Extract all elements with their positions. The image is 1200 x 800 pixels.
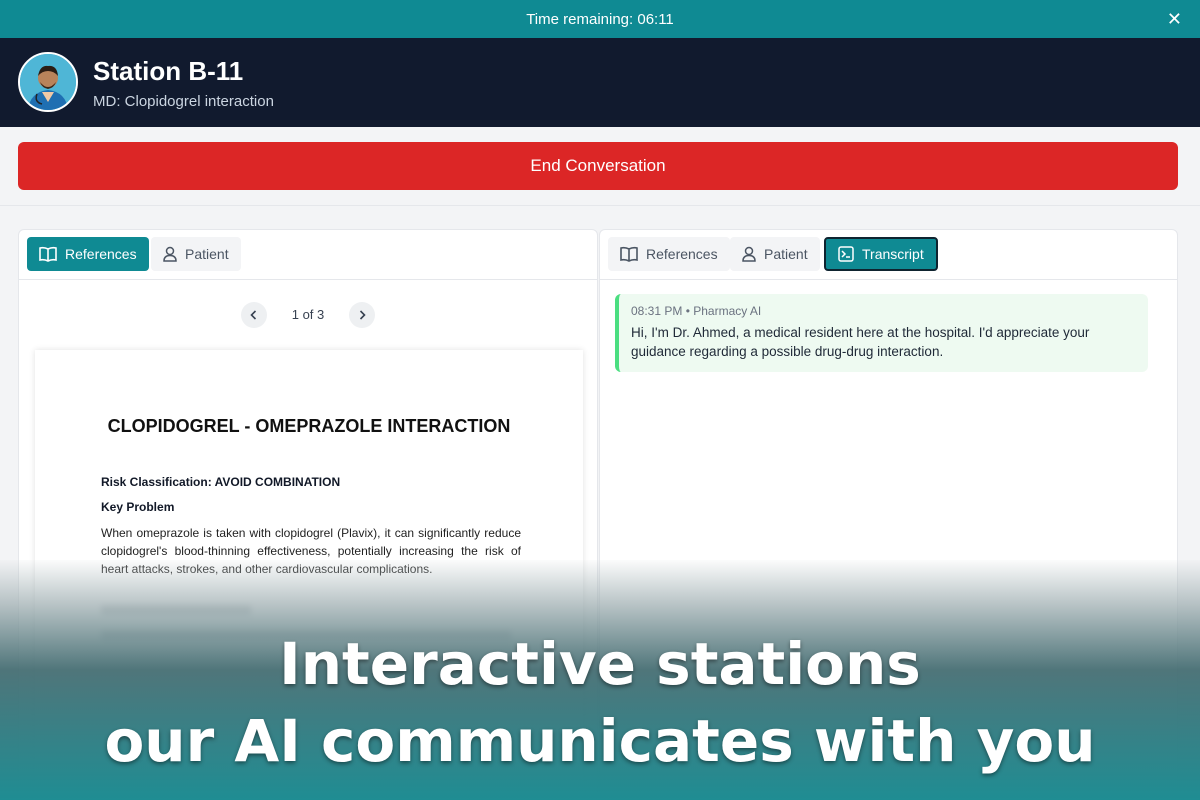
transcript-message: 08:31 PM • Pharmacy AI Hi, I'm Dr. Ahmed…	[615, 294, 1148, 372]
tab-label: Transcript	[862, 246, 924, 262]
left-tab-bar: References Patient	[19, 230, 597, 280]
avatar	[18, 52, 78, 112]
time-remaining: Time remaining: 06:11	[526, 10, 674, 28]
tab-label: Patient	[764, 246, 808, 262]
station-subtitle: MD: Clopidogrel interaction	[93, 93, 274, 110]
page-indicator: 1 of 3	[291, 307, 325, 322]
document-title: CLOPIDOGREL - OMEPRAZOLE INTERACTION	[107, 416, 511, 436]
tab-references[interactable]: References	[27, 237, 149, 271]
user-icon	[163, 246, 177, 262]
timer-bar: Time remaining: 06:11 ✕	[0, 0, 1200, 38]
document-pager: 1 of 3	[241, 302, 375, 328]
tab-label: Patient	[185, 246, 229, 262]
end-conversation-button[interactable]: End Conversation	[18, 142, 1178, 190]
right-tab-bar: References Patient Transcript	[600, 230, 1177, 280]
book-icon	[39, 246, 57, 262]
risk-classification: Risk Classification: AVOID COMBINATION	[101, 475, 341, 489]
previous-page-button[interactable]	[241, 302, 267, 328]
key-problem-heading: Key Problem	[101, 500, 175, 514]
doctor-avatar-icon	[20, 54, 76, 110]
book-icon	[620, 246, 638, 262]
next-page-button[interactable]	[349, 302, 375, 328]
tab-label: References	[646, 246, 718, 262]
tab-transcript[interactable]: Transcript	[824, 237, 938, 271]
section-divider	[0, 205, 1200, 206]
message-meta: 08:31 PM • Pharmacy AI	[631, 304, 762, 318]
tab-label: References	[65, 246, 137, 262]
tab-patient[interactable]: Patient	[151, 237, 241, 271]
message-text: Hi, I'm Dr. Ahmed, a medical resident he…	[631, 325, 1090, 359]
tagline-line-2: our AI communicates with you	[104, 707, 1096, 775]
terminal-icon	[838, 246, 854, 262]
chevron-right-icon	[359, 310, 366, 320]
user-icon	[742, 246, 756, 262]
close-icon[interactable]: ✕	[1167, 9, 1182, 29]
station-title: Station B-11	[93, 56, 244, 86]
station-header: Station B-11 MD: Clopidogrel interaction	[0, 38, 1200, 127]
chevron-left-icon	[250, 310, 257, 320]
tagline-line-1: Interactive stations	[279, 630, 921, 698]
tab-patient[interactable]: Patient	[730, 237, 820, 271]
tab-references[interactable]: References	[608, 237, 730, 271]
